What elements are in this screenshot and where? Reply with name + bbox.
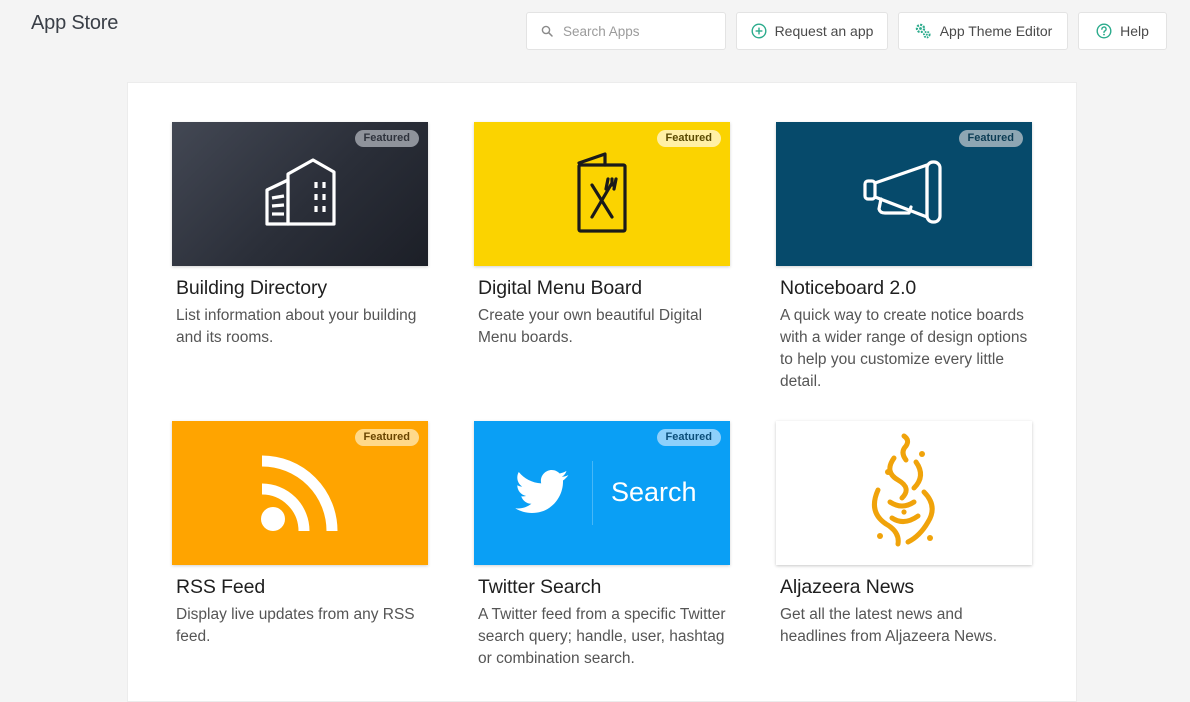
app-thumbnail: Featured Search	[474, 421, 730, 565]
app-thumbnail: Featured	[474, 122, 730, 266]
app-description: A quick way to create notice boards with…	[780, 307, 1028, 390]
app-description: A Twitter feed from a specific Twitter s…	[478, 606, 726, 667]
app-card-rss-feed[interactable]: Featured RSS Feed Display live updates f…	[172, 421, 428, 648]
app-card-building-directory[interactable]: Featured Building Directory List informa…	[172, 122, 428, 349]
app-card-twitter-search[interactable]: Featured Search Twitter Search A Twitter…	[474, 421, 730, 670]
app-description: Create your own beautiful Digital Menu b…	[478, 307, 703, 346]
top-bar: App Store Request an app App Theme Edito…	[0, 0, 1190, 64]
search-box[interactable]	[526, 12, 726, 50]
menu-fork-knife-icon	[577, 152, 627, 233]
app-title: Digital Menu Board	[478, 277, 643, 299]
thumbnail-divider	[592, 461, 593, 525]
app-description: Display live updates from any RSS feed.	[176, 606, 415, 645]
help-button[interactable]: Help	[1078, 12, 1167, 50]
rss-icon	[261, 455, 338, 532]
request-app-label: Request an app	[774, 23, 874, 39]
gears-icon	[915, 23, 931, 39]
aljazeera-logo-icon	[871, 433, 935, 547]
search-icon	[541, 25, 553, 37]
theme-editor-label: App Theme Editor	[939, 23, 1053, 39]
megaphone-icon	[863, 160, 942, 224]
search-input[interactable]	[563, 23, 713, 39]
apps-panel: Featured Building Directory List informa…	[127, 82, 1077, 702]
app-title: Twitter Search	[478, 576, 602, 598]
app-title: RSS Feed	[176, 576, 266, 598]
app-title: Building Directory	[176, 277, 328, 299]
app-thumbnail: Featured	[776, 122, 1032, 266]
plus-circle-icon	[751, 23, 767, 39]
app-title: Noticeboard 2.0	[780, 277, 917, 299]
theme-editor-button[interactable]: App Theme Editor	[898, 12, 1068, 50]
app-thumbnail: Featured	[172, 421, 428, 565]
featured-badge: Featured	[656, 429, 721, 446]
twitter-bird-icon	[515, 470, 569, 513]
thumbnail-search-text: Search	[611, 477, 697, 507]
app-card-aljazeera-news[interactable]: Aljazeera News Get all the latest news a…	[776, 421, 1032, 648]
page-title: App Store	[31, 12, 119, 34]
app-description: Get all the latest news and headlines fr…	[780, 606, 998, 645]
app-card-noticeboard[interactable]: Featured Noticeboard 2.0 A quick way to …	[776, 122, 1032, 393]
building-icon	[265, 158, 336, 226]
help-circle-icon	[1096, 23, 1112, 39]
app-thumbnail: Featured	[172, 122, 428, 266]
app-card-digital-menu-board[interactable]: Featured Digital Menu Board Create your …	[474, 122, 730, 349]
help-label: Help	[1120, 23, 1149, 39]
request-app-button[interactable]: Request an app	[736, 12, 888, 50]
app-thumbnail	[776, 421, 1032, 565]
app-description: List information about your building and…	[176, 307, 417, 346]
app-title: Aljazeera News	[780, 576, 915, 598]
